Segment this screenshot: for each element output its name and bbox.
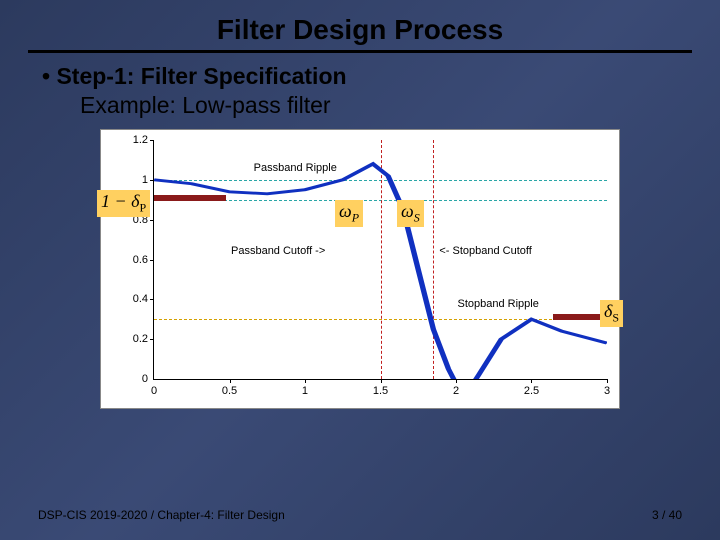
title-underline xyxy=(28,50,692,53)
ann-passband-ripple: Passband Ripple xyxy=(254,162,337,174)
ytick-1: 1 xyxy=(116,174,148,186)
ytick-0p6: 0.6 xyxy=(116,254,148,266)
ann-stopband-cutoff: <- Stopband Cutoff xyxy=(439,245,531,257)
label-1-minus-delta-p: 1 − δP xyxy=(97,190,150,217)
slide-title: Filter Design Process xyxy=(8,8,712,50)
lowpass-spec-chart: 0 0.2 0.4 0.6 0.8 1 1.2 0 0.5 1 1.5 2 2. xyxy=(100,129,620,409)
footer-right: 3 / 40 xyxy=(652,508,682,522)
ytick-0: 0 xyxy=(116,373,148,385)
xtick-1p5: 1.5 xyxy=(373,385,388,397)
example-line: Example: Low-pass filter xyxy=(80,92,688,119)
ytick-0p4: 0.4 xyxy=(116,293,148,305)
xtick-0: 0 xyxy=(151,385,157,397)
label-omega-s: ωS xyxy=(397,200,424,227)
footer-left: DSP-CIS 2019-2020 / Chapter-4: Filter De… xyxy=(38,508,285,522)
content-area: • Step-1: Filter Specification Example: … xyxy=(8,63,712,409)
xtick-3: 3 xyxy=(604,385,610,397)
xtick-0p5: 0.5 xyxy=(222,385,237,397)
label-delta-s: δS xyxy=(600,300,623,327)
response-curve xyxy=(154,140,607,379)
xtick-2p5: 2.5 xyxy=(524,385,539,397)
footer: DSP-CIS 2019-2020 / Chapter-4: Filter De… xyxy=(38,508,682,522)
plot-area: 0 0.2 0.4 0.6 0.8 1 1.2 0 0.5 1 1.5 2 2. xyxy=(153,140,607,380)
xtick-1: 1 xyxy=(302,385,308,397)
ytick-1p2: 1.2 xyxy=(116,134,148,146)
ann-stopband-ripple: Stopband Ripple xyxy=(458,298,539,310)
xtick-2: 2 xyxy=(453,385,459,397)
label-omega-p: ωP xyxy=(335,200,363,227)
slide: Filter Design Process • Step-1: Filter S… xyxy=(8,8,712,532)
ytick-0p2: 0.2 xyxy=(116,333,148,345)
step-1-heading: • Step-1: Filter Specification xyxy=(42,63,688,90)
ann-passband-cutoff: Passband Cutoff -> xyxy=(231,245,325,257)
